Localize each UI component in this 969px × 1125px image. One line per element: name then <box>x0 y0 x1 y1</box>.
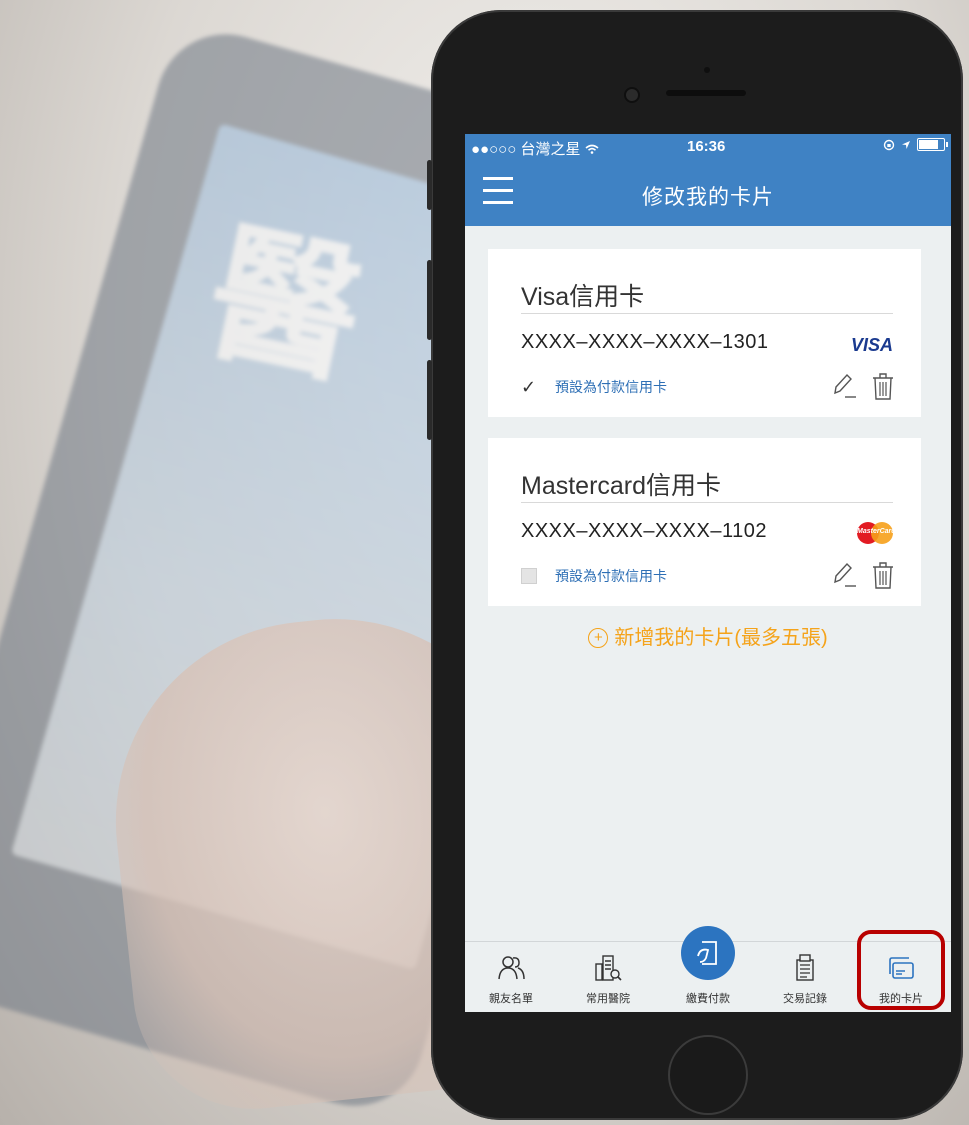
tab-label: 交易記錄 <box>783 993 827 1005</box>
tab-highlight-frame <box>857 930 945 1010</box>
add-card-label: 新增我的卡片(最多五張) <box>614 627 828 649</box>
card-divider <box>521 502 893 503</box>
page-title: 修改我的卡片 <box>642 186 774 209</box>
tab-payment[interactable]: 繳費付款 <box>668 926 748 1012</box>
card-visa[interactable]: Visa信用卡 XXXX–XXXX–XXXX–1301 VISA ✓ 預設為付款… <box>488 249 921 417</box>
tab-label: 常用醫院 <box>586 993 630 1005</box>
mastercard-logo: MasterCard <box>857 522 896 544</box>
edit-icon[interactable] <box>831 560 857 590</box>
people-icon <box>498 956 525 980</box>
earpiece-speaker <box>666 90 746 96</box>
default-payment-label: 預設為付款信用卡 <box>555 379 667 395</box>
phone-device: ●●○○○ 台灣之星 16:36 修改我的卡片 Visa信用卡 XXXX–XXX… <box>427 10 963 1120</box>
plus-circle-icon: + <box>588 628 609 648</box>
home-button[interactable] <box>668 1035 748 1115</box>
default-payment-row[interactable]: 預設為付款信用卡 <box>521 566 667 586</box>
nav-bar: 修改我的卡片 <box>465 159 951 226</box>
default-payment-label: 預設為付款信用卡 <box>555 568 667 584</box>
battery-icon <box>917 138 948 151</box>
proximity-sensor <box>704 67 710 73</box>
tab-label: 親友名單 <box>489 993 533 1005</box>
default-checkbox-unchecked[interactable] <box>521 568 537 584</box>
wifi-icon <box>585 144 599 154</box>
default-checkbox-checked[interactable]: ✓ <box>521 378 537 396</box>
status-indicators <box>883 138 948 151</box>
mute-switch <box>427 160 432 210</box>
carrier-text: ●●○○○ 台灣之星 <box>471 141 585 158</box>
card-number: XXXX–XXXX–XXXX–1301 <box>521 331 769 353</box>
payment-button-circle <box>681 926 735 980</box>
trash-icon[interactable] <box>871 371 895 401</box>
tab-transactions[interactable]: 交易記錄 <box>765 942 845 1012</box>
carrier-label: ●●○○○ 台灣之星 <box>471 138 599 159</box>
tab-bar: 親友名單 常用醫院 繳費付款 交易記錄 我的卡片 <box>465 926 951 1012</box>
front-camera <box>624 87 640 103</box>
trash-icon[interactable] <box>871 560 895 590</box>
status-time: 16:36 <box>687 138 726 155</box>
tab-contacts[interactable]: 親友名單 <box>471 942 551 1012</box>
rotation-lock-icon <box>883 139 895 150</box>
volume-up-button <box>427 260 432 340</box>
card-number: XXXX–XXXX–XXXX–1102 <box>521 520 767 542</box>
default-payment-row[interactable]: ✓ 預設為付款信用卡 <box>521 377 667 397</box>
tab-label: 繳費付款 <box>686 993 730 1005</box>
receipt-icon <box>796 954 814 981</box>
card-mastercard[interactable]: Mastercard信用卡 XXXX–XXXX–XXXX–1102 Master… <box>488 438 921 606</box>
card-divider <box>521 313 893 314</box>
location-icon <box>902 140 910 149</box>
tab-hospitals[interactable]: 常用醫院 <box>568 942 648 1012</box>
visa-logo: VISA <box>850 335 893 355</box>
edit-icon[interactable] <box>831 371 857 401</box>
app-screen: ●●○○○ 台灣之星 16:36 修改我的卡片 Visa信用卡 XXXX–XXX… <box>465 134 951 1012</box>
payment-icon <box>697 941 717 965</box>
card-title: Mastercard信用卡 <box>521 472 722 500</box>
hospital-icon <box>595 955 622 981</box>
add-card-button[interactable]: + 新增我的卡片(最多五張) <box>465 621 951 650</box>
status-bar: ●●○○○ 台灣之星 16:36 <box>465 134 951 159</box>
card-title: Visa信用卡 <box>521 283 645 311</box>
volume-down-button <box>427 360 432 440</box>
